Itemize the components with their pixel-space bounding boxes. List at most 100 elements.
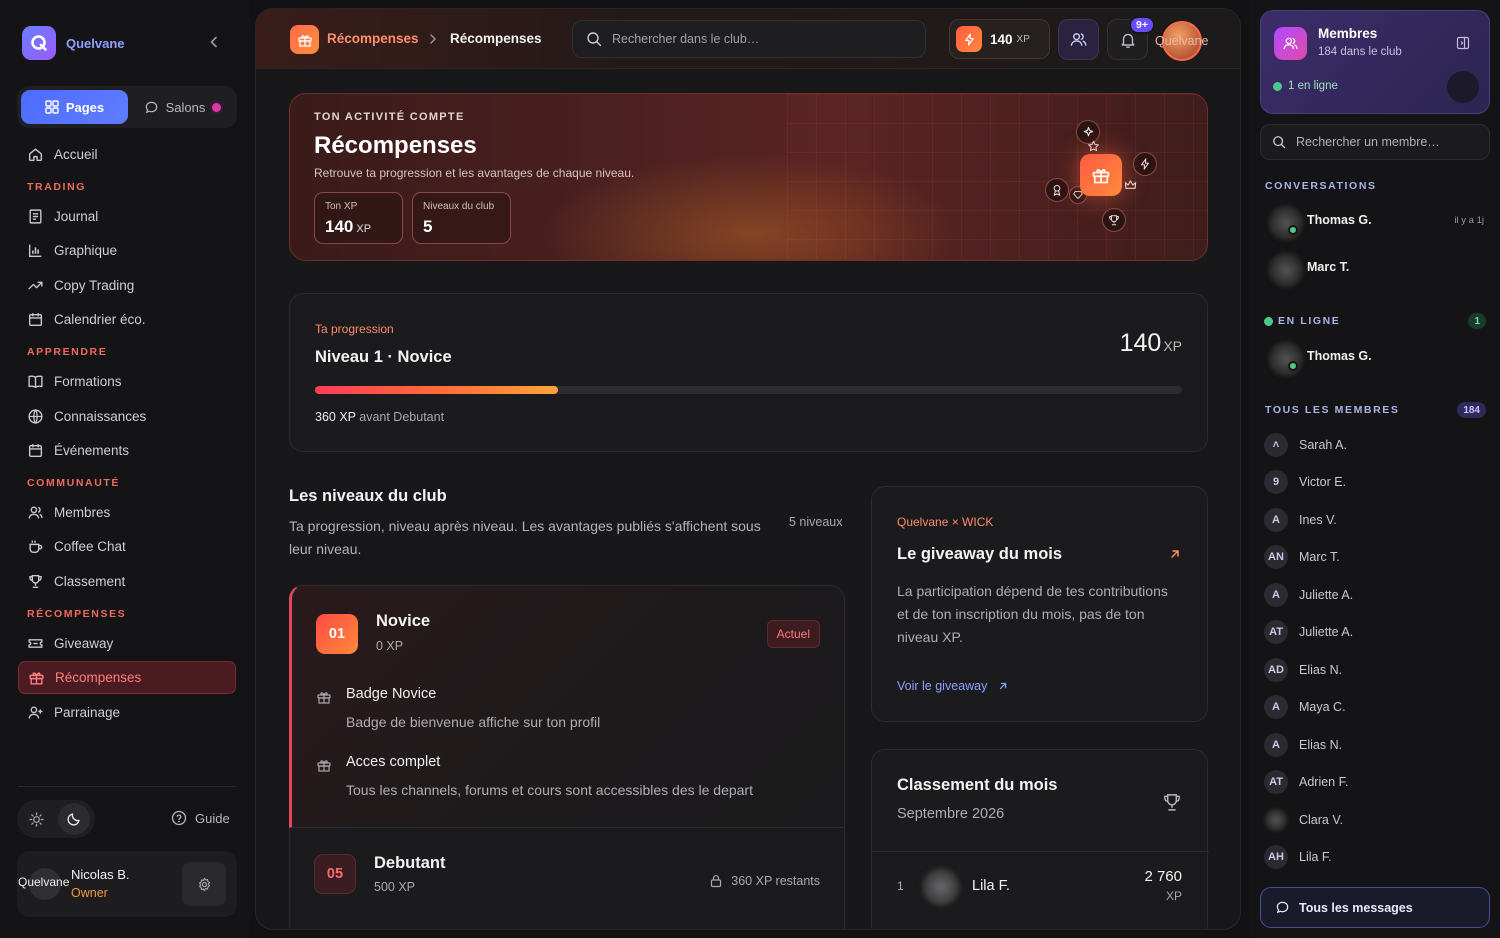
sidebar-item-copy-trading[interactable]: Copy Trading — [18, 269, 236, 302]
user-role: Owner — [71, 886, 108, 900]
collapse-panel-icon[interactable] — [1456, 36, 1470, 50]
brand-logo-icon — [22, 26, 56, 60]
member-list-item[interactable]: ˄ Sarah A. — [1264, 428, 1486, 461]
user-name: Nicolas B. — [71, 867, 130, 882]
avatar-alt-text: Quelvane — [1155, 34, 1209, 48]
level-card-next: 05 Debutant 500 XP 360 XP restants — [289, 828, 845, 929]
rank-number: 1 — [897, 879, 904, 893]
all-messages-label: Tous les messages — [1299, 900, 1413, 915]
collapse-sidebar-icon[interactable] — [206, 34, 222, 50]
members-button[interactable] — [1058, 19, 1099, 60]
left-sidebar: Quelvane Pages Salons Accueil TRADING Jour… — [0, 0, 250, 938]
avatar — [1268, 341, 1304, 377]
xp-pill[interactable]: 140 XP — [949, 19, 1050, 59]
sun-icon[interactable] — [20, 803, 52, 835]
avatar: AT — [1264, 770, 1288, 794]
levels-title: Les niveaux du club — [289, 487, 447, 505]
sidebar-item-recompenses[interactable]: Récompenses — [18, 661, 236, 695]
member-list-item[interactable]: AH Lila F. — [1264, 841, 1486, 874]
remaining-xp: 360 XP restants — [731, 874, 820, 888]
arrow-up-right-icon — [1000, 682, 1007, 690]
avatar: A — [1264, 507, 1288, 532]
member-name: Victor E. — [1299, 475, 1347, 489]
member-list-item[interactable]: A Ines V. — [1264, 503, 1486, 536]
guide-link[interactable]: Guide — [171, 810, 230, 826]
online-heading: EN LIGNE — [1278, 315, 1341, 327]
members-header-card: Membres 184 dans le club 1 en ligne — [1260, 10, 1490, 114]
sidebar-item-classement[interactable]: Classement — [18, 565, 236, 598]
member-list-item[interactable]: A Elias N. — [1264, 728, 1486, 761]
xp-value: 140 — [1119, 329, 1162, 357]
conversation-time: il y a 1j — [1454, 215, 1484, 226]
online-dot — [1288, 225, 1298, 235]
sidebar-item-label: Classement — [54, 573, 126, 589]
member-search[interactable] — [1260, 124, 1490, 160]
sidebar-item-evenements[interactable]: Événements — [18, 434, 236, 467]
stat-value: 140 — [325, 217, 354, 236]
breadcrumb-parent[interactable]: Récompenses — [327, 31, 419, 46]
giveaway-link[interactable]: Voir le giveaway — [897, 679, 1009, 693]
arrow-up-right-icon[interactable] — [1168, 547, 1182, 561]
tab-salons[interactable]: Salons — [132, 90, 233, 124]
conversation-item[interactable]: Marc T. — [1260, 248, 1490, 292]
guide-label: Guide — [195, 810, 230, 826]
progression-card: Ta progression Niveau 1 · Novice 140 XP 3… — [289, 293, 1208, 452]
avatar — [1268, 252, 1304, 288]
brand[interactable]: Quelvane — [22, 26, 125, 60]
hero-subtitle: Retrouve ta progression et les avantages… — [314, 166, 635, 180]
settings-button[interactable] — [182, 862, 226, 906]
sidebar-item-formations[interactable]: Formations — [18, 365, 236, 398]
progression-remaining: 360 XP avant Debutant — [315, 410, 444, 424]
member-name: Adrien F. — [1299, 775, 1349, 789]
sidebar-item-graphique[interactable]: Graphique — [18, 234, 236, 267]
member-list-item[interactable]: AD Elias N. — [1264, 653, 1486, 686]
journal-icon — [29, 209, 42, 224]
theme-toggle[interactable] — [17, 800, 95, 838]
all-messages-button[interactable]: Tous les messages — [1260, 887, 1490, 928]
sidebar-item-giveaway[interactable]: Giveaway — [18, 627, 236, 660]
member-list-item[interactable]: A Juliette A. — [1264, 578, 1486, 611]
conversations-heading: CONVERSATIONS — [1265, 180, 1377, 192]
member-name: Maya C. — [1299, 700, 1346, 714]
avatar: AT — [1264, 620, 1288, 644]
perk-title: Acces complet — [346, 754, 441, 770]
globe-icon — [28, 408, 43, 424]
trophy-icon — [29, 574, 42, 588]
search-icon — [1273, 136, 1286, 149]
sidebar-item-label: Graphique — [54, 243, 118, 259]
search-input[interactable] — [612, 32, 912, 46]
perk-description: Badge de bienvenue affiche sur ton profi… — [346, 714, 601, 730]
user-card[interactable]: Quelvane Nicolas B. Owner — [17, 851, 237, 917]
moon-icon[interactable] — [58, 803, 90, 835]
sidebar-item-calendrier-eco[interactable]: Calendrier éco. — [18, 303, 236, 336]
avatar: A — [1264, 695, 1288, 719]
avatar — [1447, 71, 1479, 103]
sidebar-item-accueil[interactable]: Accueil — [18, 138, 236, 171]
member-list-item[interactable]: AT Adrien F. — [1264, 766, 1486, 799]
stat-unit: XP — [356, 223, 372, 235]
member-search-input[interactable] — [1296, 135, 1476, 149]
avatar: A — [1264, 732, 1288, 757]
sidebar-item-coffee-chat[interactable]: Coffee Chat — [18, 530, 236, 563]
member-list-item[interactable]: A Maya C. — [1264, 691, 1486, 724]
tab-pages[interactable]: Pages — [21, 90, 128, 124]
member-list-item[interactable]: AT Juliette A. — [1264, 616, 1486, 649]
club-search[interactable] — [572, 20, 926, 58]
xp-unit: XP — [1163, 338, 1182, 354]
member-list-item[interactable]: 9 Victor E. — [1264, 466, 1486, 499]
ranking-period: Septembre 2026 — [897, 806, 1005, 822]
stat-your-xp: Ton XP 140 XP — [314, 192, 403, 244]
avatar[interactable]: Quelvane — [1155, 21, 1209, 61]
member-list-item[interactable]: AN Marc T. — [1264, 541, 1486, 574]
member-list-item[interactable]: Clara V. — [1264, 803, 1486, 836]
conversation-item[interactable]: Thomas G. il y a 1j — [1260, 201, 1490, 245]
help-circle-icon — [171, 810, 187, 826]
sidebar-item-membres[interactable]: Membres — [18, 496, 236, 529]
sidebar-item-parrainage[interactable]: Parrainage — [18, 696, 236, 729]
sidebar-item-connaissances[interactable]: Connaissances — [18, 400, 236, 433]
progression-label: Ta progression — [315, 322, 394, 336]
online-member-item[interactable]: Thomas G. — [1260, 337, 1490, 381]
sidebar-item-journal[interactable]: Journal — [18, 200, 236, 233]
sidebar-item-label: Formations — [54, 374, 122, 390]
search-icon — [587, 32, 602, 47]
